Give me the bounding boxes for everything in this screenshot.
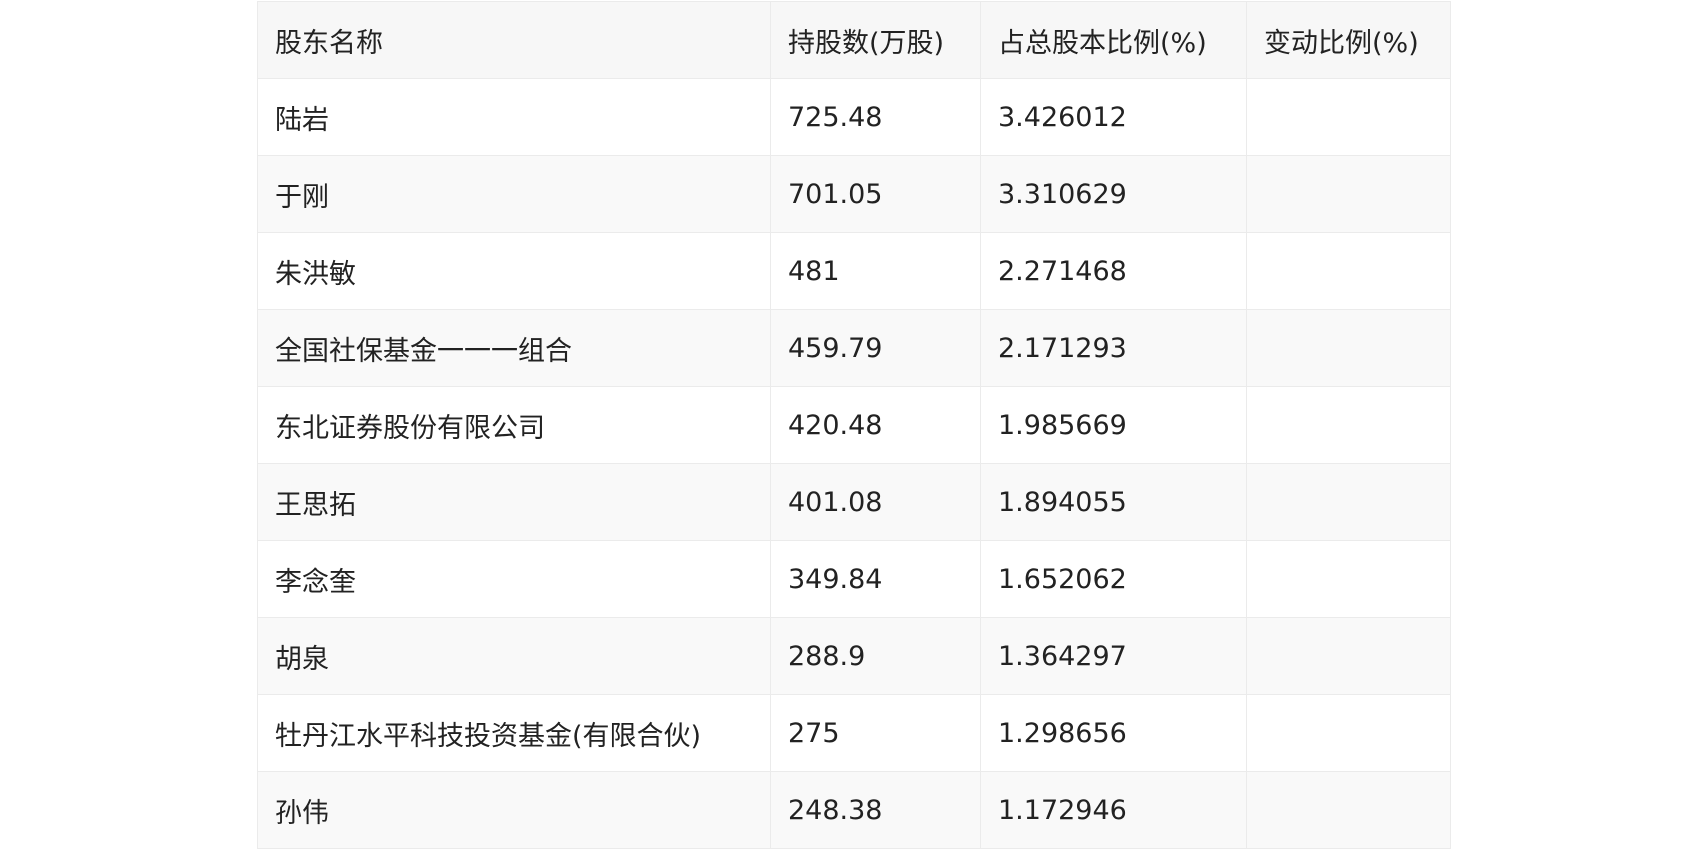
header-shares-held: 持股数(万股) — [770, 1, 981, 79]
cell-change-ratio — [1246, 771, 1451, 849]
cell-shares-held: 275 — [770, 694, 981, 772]
cell-shares-held: 420.48 — [770, 386, 981, 464]
cell-share-ratio: 3.426012 — [980, 78, 1247, 156]
cell-shares-held: 401.08 — [770, 463, 981, 541]
table-row: 王思拓 401.08 1.894055 — [257, 463, 1451, 541]
cell-shareholder-name: 陆岩 — [257, 78, 771, 156]
cell-share-ratio: 1.298656 — [980, 694, 1247, 772]
cell-change-ratio — [1246, 78, 1451, 156]
cell-shares-held: 288.9 — [770, 617, 981, 695]
cell-share-ratio: 1.364297 — [980, 617, 1247, 695]
cell-change-ratio — [1246, 309, 1451, 387]
shareholder-table-container: 股东名称 持股数(万股) 占总股本比例(%) 变动比例(%) 陆岩 725.48… — [257, 1, 1451, 849]
cell-shares-held: 701.05 — [770, 155, 981, 233]
cell-shareholder-name: 孙伟 — [257, 771, 771, 849]
cell-shares-held: 248.38 — [770, 771, 981, 849]
cell-change-ratio — [1246, 694, 1451, 772]
header-shareholder-name: 股东名称 — [257, 1, 771, 79]
cell-share-ratio: 1.894055 — [980, 463, 1247, 541]
table-row: 李念奎 349.84 1.652062 — [257, 540, 1451, 618]
cell-shareholder-name: 朱洪敏 — [257, 232, 771, 310]
cell-shareholder-name: 东北证券股份有限公司 — [257, 386, 771, 464]
table-row: 孙伟 248.38 1.172946 — [257, 771, 1451, 849]
cell-change-ratio — [1246, 540, 1451, 618]
cell-share-ratio: 1.985669 — [980, 386, 1247, 464]
cell-share-ratio: 1.652062 — [980, 540, 1247, 618]
table-row: 东北证券股份有限公司 420.48 1.985669 — [257, 386, 1451, 464]
header-change-ratio: 变动比例(%) — [1246, 1, 1451, 79]
cell-shareholder-name: 李念奎 — [257, 540, 771, 618]
cell-shareholder-name: 胡泉 — [257, 617, 771, 695]
table-row: 朱洪敏 481 2.271468 — [257, 232, 1451, 310]
cell-shareholder-name: 牡丹江水平科技投资基金(有限合伙) — [257, 694, 771, 772]
cell-shares-held: 459.79 — [770, 309, 981, 387]
cell-change-ratio — [1246, 463, 1451, 541]
header-share-ratio: 占总股本比例(%) — [980, 1, 1247, 79]
cell-shareholder-name: 王思拓 — [257, 463, 771, 541]
cell-shareholder-name: 全国社保基金一一一组合 — [257, 309, 771, 387]
table-row: 陆岩 725.48 3.426012 — [257, 78, 1451, 156]
shareholder-table: 股东名称 持股数(万股) 占总股本比例(%) 变动比例(%) 陆岩 725.48… — [257, 1, 1451, 849]
cell-shares-held: 481 — [770, 232, 981, 310]
cell-change-ratio — [1246, 155, 1451, 233]
cell-change-ratio — [1246, 232, 1451, 310]
table-row: 于刚 701.05 3.310629 — [257, 155, 1451, 233]
table-header-row: 股东名称 持股数(万股) 占总股本比例(%) 变动比例(%) — [257, 1, 1451, 79]
cell-shareholder-name: 于刚 — [257, 155, 771, 233]
cell-share-ratio: 1.172946 — [980, 771, 1247, 849]
table-row: 全国社保基金一一一组合 459.79 2.171293 — [257, 309, 1451, 387]
table-row: 胡泉 288.9 1.364297 — [257, 617, 1451, 695]
cell-share-ratio: 2.171293 — [980, 309, 1247, 387]
table-row: 牡丹江水平科技投资基金(有限合伙) 275 1.298656 — [257, 694, 1451, 772]
cell-shares-held: 349.84 — [770, 540, 981, 618]
cell-shares-held: 725.48 — [770, 78, 981, 156]
cell-share-ratio: 3.310629 — [980, 155, 1247, 233]
cell-change-ratio — [1246, 617, 1451, 695]
cell-change-ratio — [1246, 386, 1451, 464]
cell-share-ratio: 2.271468 — [980, 232, 1247, 310]
